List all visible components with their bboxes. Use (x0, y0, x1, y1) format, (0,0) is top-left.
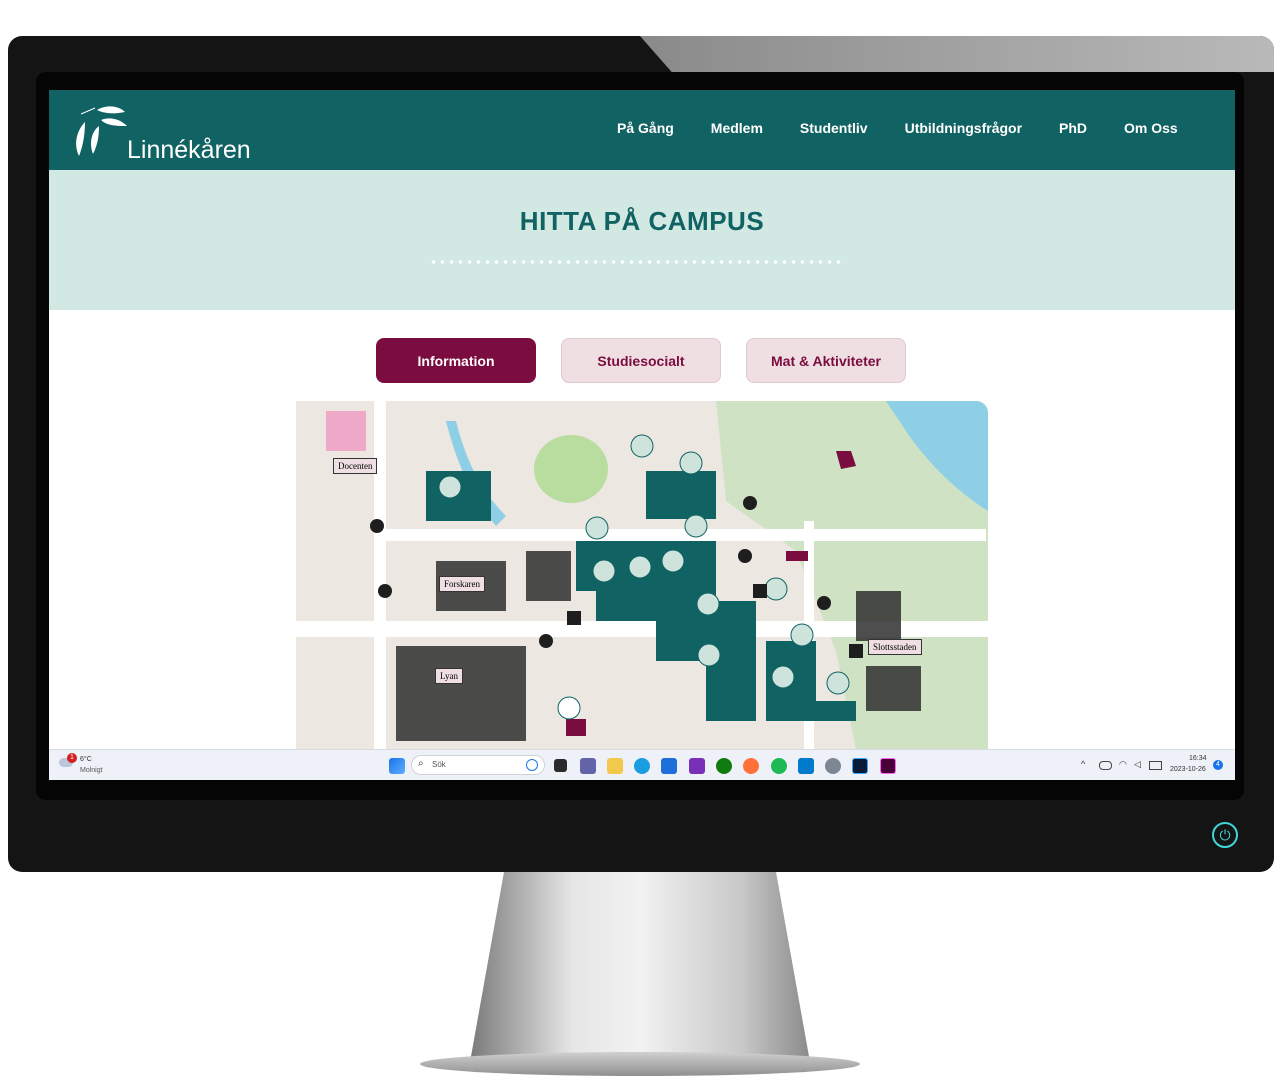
weather-widget[interactable]: 1 6°C Molnigt (59, 753, 129, 779)
map-label-slottsstaden: Slottsstaden (868, 639, 922, 655)
volume-icon[interactable]: ◁ (1134, 759, 1141, 770)
notification-badge[interactable]: 4 (1213, 760, 1223, 770)
nav-item-utbildningsfragor[interactable]: Utbildningsfrågor (905, 120, 1022, 136)
onedrive-icon[interactable] (1099, 761, 1112, 770)
search-placeholder: Sök (432, 760, 446, 769)
map-road-vertical (374, 401, 386, 750)
campus-map[interactable]: Docenten Forskaren Lyan Slottsstaden (296, 401, 988, 750)
photoshop-icon[interactable] (852, 758, 868, 774)
map-pin-icon[interactable] (771, 665, 795, 689)
bus-stop-icon (849, 644, 863, 658)
bus-stop-icon (567, 611, 581, 625)
parking-icon (370, 519, 384, 533)
tab-mat-aktiviteter[interactable]: Mat & Aktiviteter (746, 338, 906, 383)
nav-item-om-oss[interactable]: Om Oss (1124, 120, 1178, 136)
search-icon: ⌕ (418, 758, 424, 769)
map-pin-icon[interactable] (630, 434, 654, 458)
weather-badge: 1 (67, 753, 77, 763)
hero-banner: HITTA PÅ CAMPUS (49, 170, 1235, 310)
parking-icon (743, 496, 757, 510)
screen: Linnékåren På Gång Medlem Studentliv Utb… (49, 90, 1235, 780)
map-label-docenten: Docenten (333, 458, 378, 474)
spotify-icon[interactable] (771, 758, 787, 774)
brand-name: Linnékåren (127, 136, 251, 164)
start-icon[interactable] (389, 758, 405, 774)
map-pin-icon[interactable] (684, 514, 708, 538)
tab-studiesocialt[interactable]: Studiesocialt (561, 338, 721, 383)
monitor-stand-base (420, 1052, 860, 1076)
map-pin-icon[interactable] (697, 643, 721, 667)
parking-icon (539, 634, 553, 648)
bing-icon (526, 759, 538, 771)
file-explorer-icon[interactable] (607, 758, 623, 774)
map-label-forskaren: Forskaren (439, 576, 485, 592)
weather-desc: Molnigt (80, 767, 103, 774)
map-pin-icon[interactable] (679, 451, 703, 475)
map-pin-icon[interactable] (826, 671, 850, 695)
map-pink-area (326, 411, 366, 451)
clock-date[interactable]: 2023-10-26 (1170, 766, 1206, 773)
power-button[interactable]: ⏻ (1212, 822, 1238, 848)
xbox-icon[interactable] (716, 758, 732, 774)
vscode-icon[interactable] (798, 758, 814, 774)
firefox-icon[interactable] (743, 758, 759, 774)
monitor-gloss (640, 36, 1274, 72)
nav-item-phd[interactable]: PhD (1059, 120, 1087, 136)
map-pin-icon[interactable] (592, 559, 616, 583)
store-icon[interactable] (661, 758, 677, 774)
tab-information[interactable]: Information (376, 338, 536, 383)
bus-stop-icon (753, 584, 767, 598)
leaf-logo-icon (76, 106, 127, 156)
clock-time[interactable]: 16:34 (1189, 755, 1207, 762)
chevron-up-icon[interactable]: ^ (1081, 759, 1085, 769)
map-pin-icon[interactable] (557, 696, 581, 720)
parking-icon (738, 549, 752, 563)
map-pin-icon[interactable] (764, 577, 788, 601)
map-sports-field (534, 435, 608, 503)
map-pin-icon[interactable] (438, 475, 462, 499)
taskbar-search[interactable]: ⌕ Sök (411, 755, 545, 775)
parking-icon (378, 584, 392, 598)
map-pin-icon[interactable] (585, 516, 609, 540)
teams-icon[interactable] (580, 758, 596, 774)
map-pin-icon[interactable] (661, 549, 685, 573)
site-header: Linnékåren På Gång Medlem Studentliv Utb… (49, 90, 1235, 170)
weather-temp: 6°C (80, 756, 92, 763)
nav-item-studentliv[interactable]: Studentliv (800, 120, 868, 136)
nav-item-medlem[interactable]: Medlem (711, 120, 763, 136)
settings-icon[interactable] (825, 758, 841, 774)
main-menu: På Gång Medlem Studentliv Utbildningsfrå… (617, 120, 1215, 136)
monitor-stand-neck (470, 872, 810, 1062)
wifi-icon[interactable]: ◠ (1119, 759, 1127, 770)
map-pin-icon[interactable] (696, 592, 720, 616)
app-icon[interactable] (689, 758, 705, 774)
xd-icon[interactable] (880, 758, 896, 774)
parking-icon (817, 596, 831, 610)
task-view-icon[interactable] (554, 759, 567, 772)
dotted-divider (429, 260, 843, 264)
edge-icon[interactable] (634, 758, 650, 774)
map-label-lyan: Lyan (435, 668, 463, 684)
nav-item-pa-gang[interactable]: På Gång (617, 120, 674, 136)
windows-taskbar: 1 6°C Molnigt ⌕ Sök ^ ◠ ◁ 16:34 2023-10-… (49, 749, 1235, 780)
site-logo[interactable]: Linnékåren (71, 98, 251, 164)
battery-icon[interactable] (1149, 761, 1162, 770)
map-pin-icon[interactable] (628, 555, 652, 579)
page-title: HITTA PÅ CAMPUS (519, 206, 765, 236)
map-pin-icon[interactable] (790, 623, 814, 647)
